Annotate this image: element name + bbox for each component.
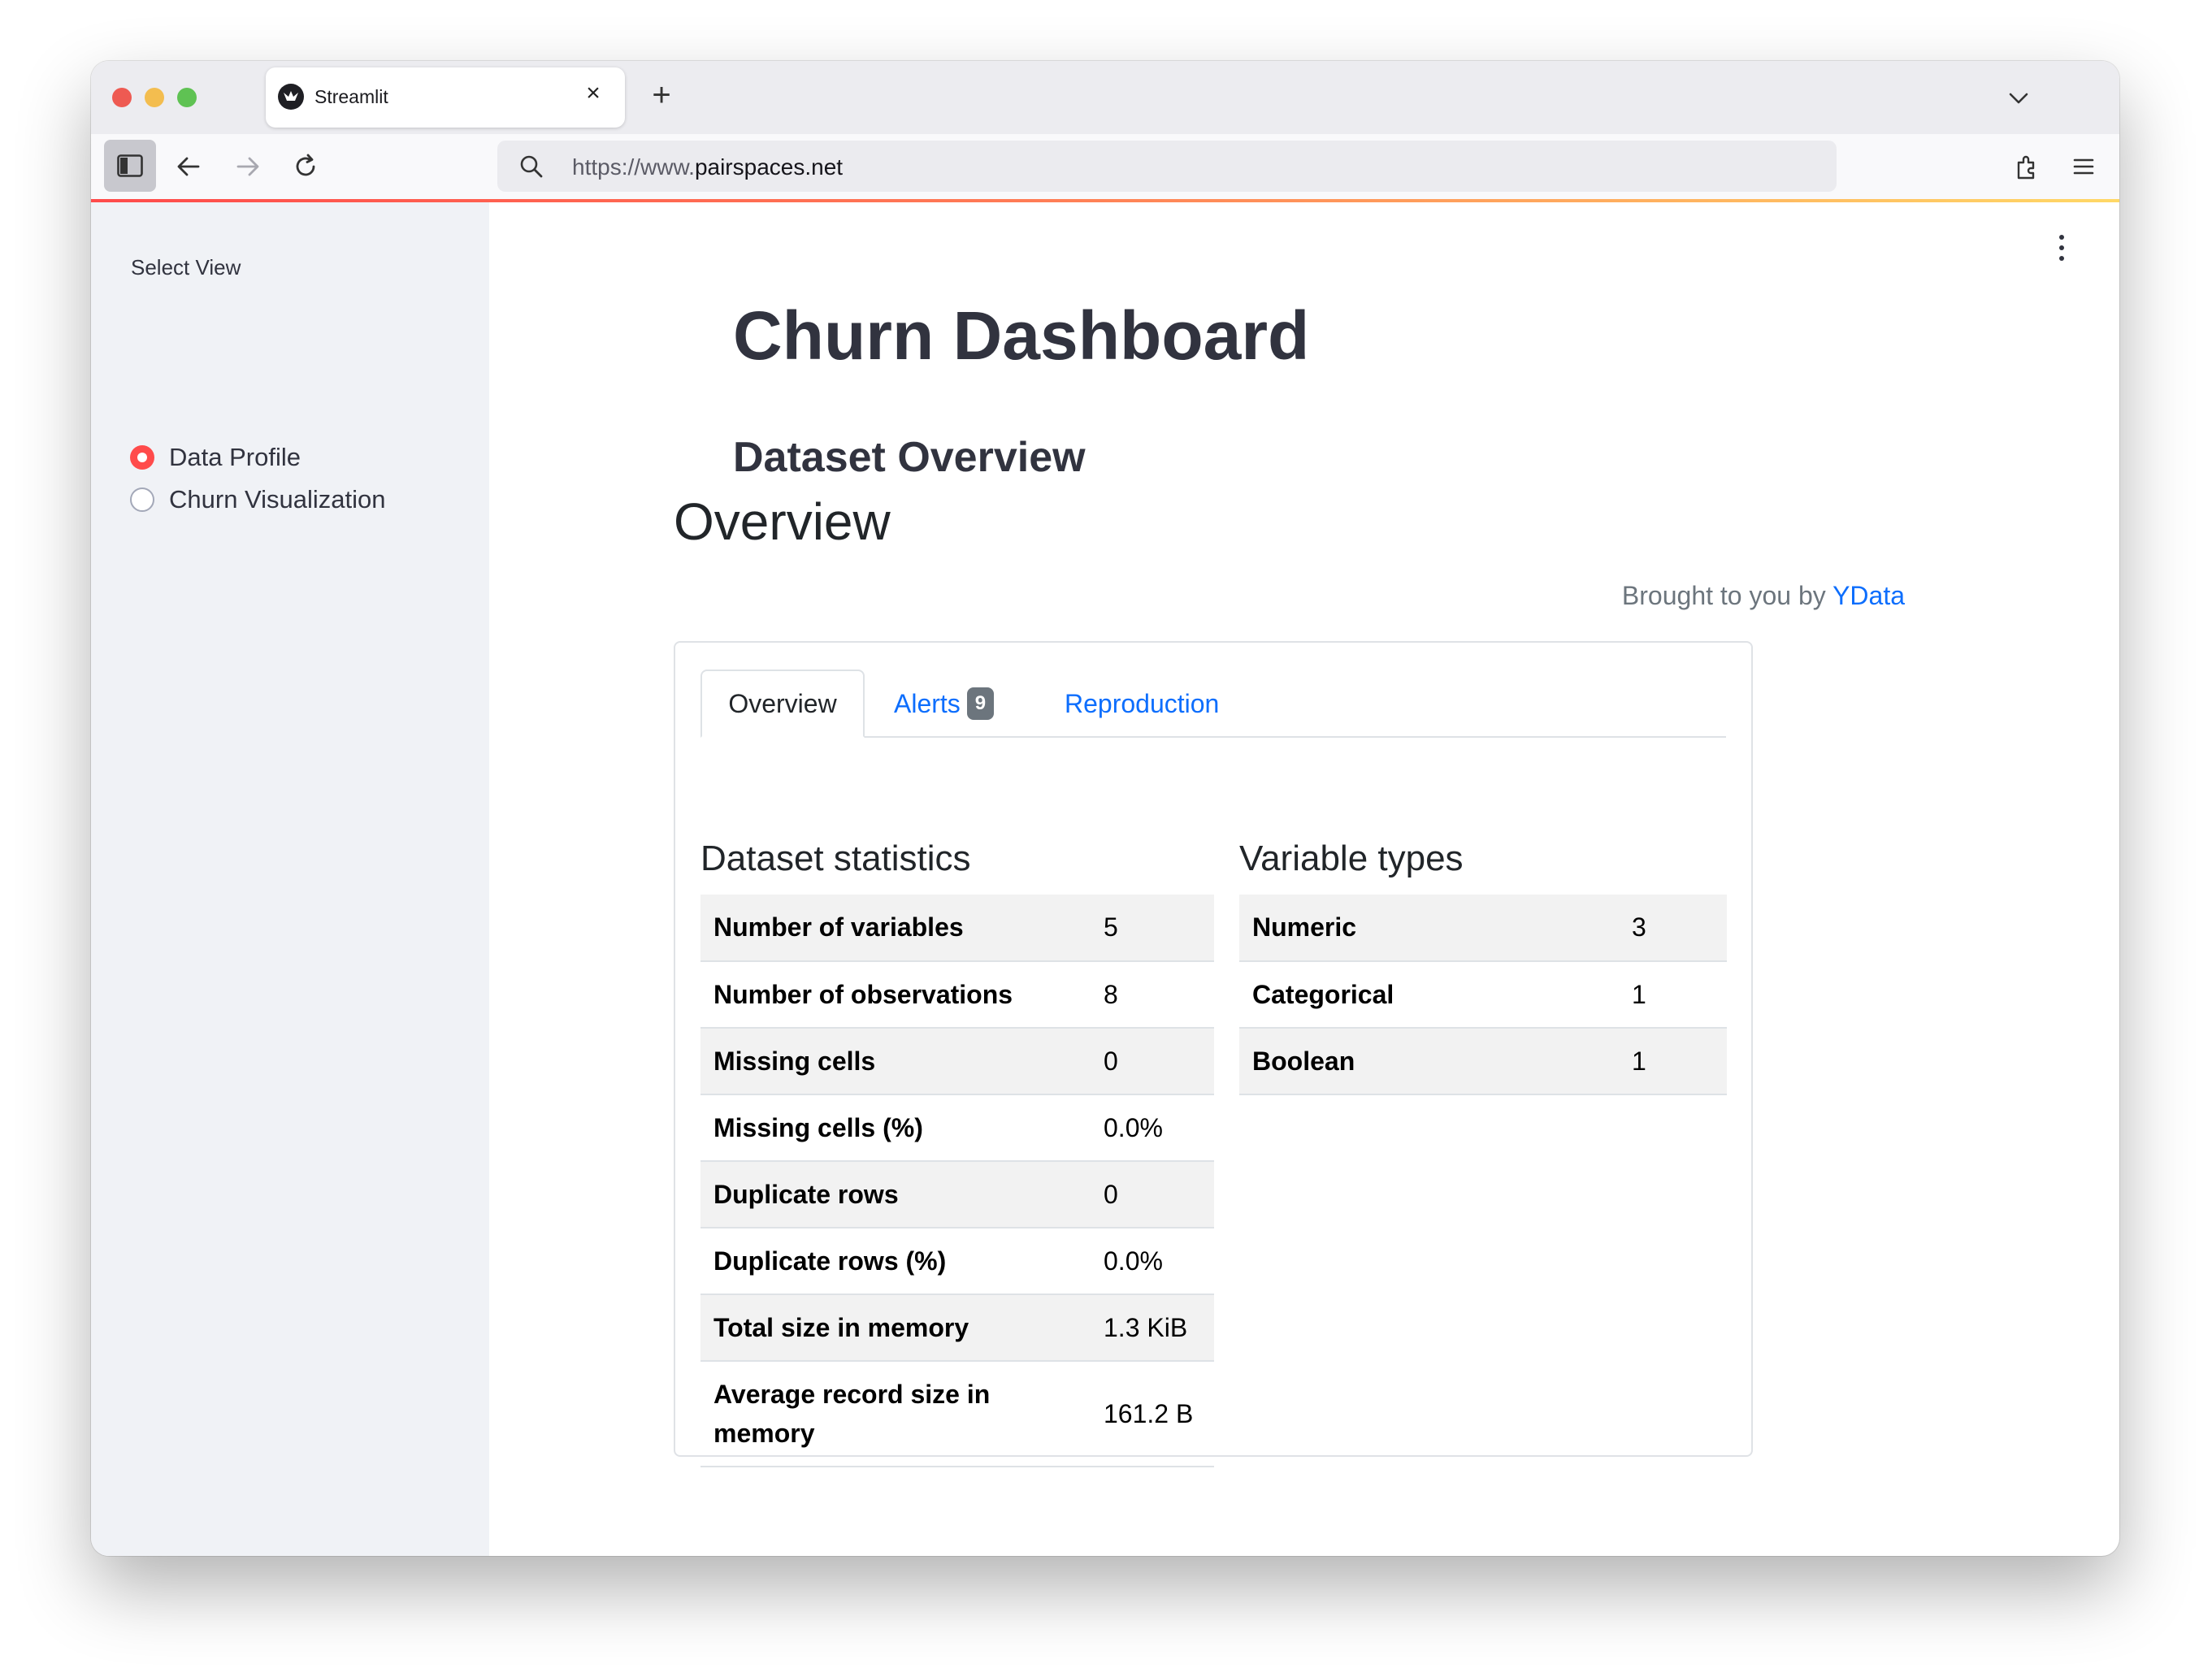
tab-reproduction[interactable]: Reproduction bbox=[1065, 670, 1219, 738]
stat-key: Number of observations bbox=[700, 961, 1091, 1029]
streamlit-favicon-icon bbox=[278, 84, 304, 110]
hamburger-menu-icon[interactable] bbox=[2067, 150, 2100, 183]
table-row: Average record size in memory 161.2 B bbox=[700, 1361, 1214, 1467]
radio-label: Churn Visualization bbox=[169, 485, 386, 514]
table-row: Duplicate rows (%) 0.0% bbox=[700, 1228, 1214, 1295]
table-row: Missing cells 0 bbox=[700, 1028, 1214, 1095]
address-bar[interactable]: https://www.pairspaces.net bbox=[497, 141, 1837, 192]
stat-value: 0.0% bbox=[1091, 1094, 1214, 1162]
stat-key: Duplicate rows (%) bbox=[700, 1228, 1091, 1295]
tab-alerts-label: Alerts bbox=[894, 689, 961, 718]
stat-value: 161.2 B bbox=[1091, 1361, 1214, 1467]
table-row: Categorical 1 bbox=[1239, 961, 1727, 1029]
extensions-puzzle-icon[interactable] bbox=[2011, 150, 2044, 183]
type-value: 3 bbox=[1619, 895, 1727, 962]
stat-key: Missing cells (%) bbox=[700, 1094, 1091, 1162]
tab-title: Streamlit bbox=[314, 86, 388, 107]
reload-icon[interactable] bbox=[289, 150, 322, 183]
main-menu-kebab-icon[interactable] bbox=[2054, 233, 2070, 262]
dataset-statistics-title: Dataset statistics bbox=[700, 838, 971, 878]
table-row: Duplicate rows 0 bbox=[700, 1161, 1214, 1228]
forward-arrow-icon[interactable] bbox=[232, 150, 264, 183]
radio-unselected-icon bbox=[130, 488, 154, 512]
url-text[interactable]: https://www.pairspaces.net bbox=[572, 154, 843, 180]
stat-value: 8 bbox=[1091, 961, 1214, 1029]
type-value: 1 bbox=[1619, 1028, 1727, 1095]
stat-value: 1.3 KiB bbox=[1091, 1294, 1214, 1362]
type-value: 1 bbox=[1619, 961, 1727, 1029]
select-view-label: Select View bbox=[131, 255, 241, 280]
brought-by-line: Brought to you by YData bbox=[1622, 581, 1905, 611]
alerts-count-badge: 9 bbox=[966, 687, 995, 720]
type-key: Categorical bbox=[1239, 961, 1619, 1029]
table-row: Number of observations 8 bbox=[700, 961, 1214, 1029]
back-arrow-icon[interactable] bbox=[172, 150, 205, 183]
stat-key: Missing cells bbox=[700, 1028, 1091, 1095]
stat-value: 0 bbox=[1091, 1028, 1214, 1095]
stat-key: Duplicate rows bbox=[700, 1161, 1091, 1228]
tab-overview[interactable]: Overview bbox=[700, 670, 865, 738]
search-icon bbox=[518, 154, 544, 180]
url-host: pairspaces.net bbox=[694, 154, 844, 180]
dataset-overview-subheader: Dataset Overview bbox=[733, 434, 1086, 481]
table-row: Missing cells (%) 0.0% bbox=[700, 1094, 1214, 1162]
stat-key: Number of variables bbox=[700, 895, 1091, 962]
dataset-statistics-table: Number of variables 5 Number of observat… bbox=[700, 895, 1214, 1467]
new-tab-button[interactable]: + bbox=[644, 77, 679, 113]
app-sidebar bbox=[91, 202, 489, 1556]
minimize-window-button[interactable] bbox=[145, 88, 164, 107]
table-row: Numeric 3 bbox=[1239, 895, 1727, 962]
stat-key: Total size in memory bbox=[700, 1294, 1091, 1362]
page-title: Churn Dashboard bbox=[733, 297, 1310, 374]
tab-close-icon[interactable]: × bbox=[579, 79, 608, 108]
stat-key: Average record size in memory bbox=[700, 1361, 1091, 1467]
zoom-window-button[interactable] bbox=[177, 88, 197, 107]
ydata-link[interactable]: YData bbox=[1832, 581, 1905, 610]
stat-value: 0 bbox=[1091, 1161, 1214, 1228]
variable-types-table: Numeric 3 Categorical 1 Boolean 1 bbox=[1239, 895, 1727, 1095]
sidebar-toggle-button[interactable] bbox=[104, 140, 156, 192]
type-key: Numeric bbox=[1239, 895, 1619, 962]
brought-by-text: Brought to you by bbox=[1621, 581, 1826, 610]
stat-value: 0.0% bbox=[1091, 1228, 1214, 1295]
variable-types-title: Variable types bbox=[1239, 838, 1464, 878]
radio-selected-icon bbox=[130, 445, 154, 470]
url-prefix: https://www. bbox=[572, 154, 695, 180]
stat-value: 5 bbox=[1091, 895, 1214, 962]
tab-alerts[interactable]: Alerts 9 bbox=[894, 670, 995, 738]
close-window-button[interactable] bbox=[112, 88, 132, 107]
table-row: Total size in memory 1.3 KiB bbox=[700, 1294, 1214, 1362]
tab-list-chevron-down-icon[interactable] bbox=[2004, 84, 2033, 113]
table-row: Boolean 1 bbox=[1239, 1028, 1727, 1095]
table-row: Number of variables 5 bbox=[700, 895, 1214, 962]
radio-label: Data Profile bbox=[169, 443, 301, 471]
report-overview-title: Overview bbox=[674, 492, 891, 551]
type-key: Boolean bbox=[1239, 1028, 1619, 1095]
